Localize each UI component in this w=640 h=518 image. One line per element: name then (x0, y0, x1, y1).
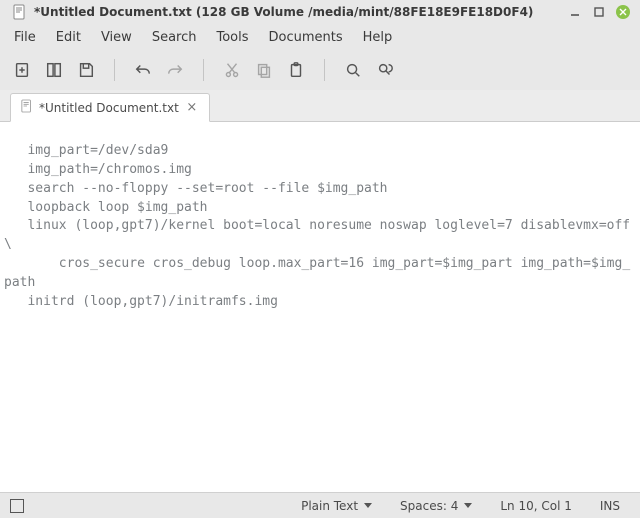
menu-edit[interactable]: Edit (46, 27, 91, 48)
minimize-button[interactable] (566, 3, 584, 21)
insert-mode[interactable]: INS (590, 499, 630, 513)
toolbar-separator (114, 59, 115, 81)
redo-button[interactable] (161, 56, 189, 84)
close-icon: × (186, 100, 197, 115)
find-replace-icon (376, 61, 394, 79)
tabbar: *Untitled Document.txt × (0, 90, 640, 122)
titlebar: *Untitled Document.txt (128 GB Volume /m… (0, 0, 640, 24)
close-icon (616, 5, 630, 19)
menu-documents[interactable]: Documents (259, 27, 353, 48)
close-button[interactable] (614, 3, 632, 21)
menu-view[interactable]: View (91, 27, 142, 48)
cursor-position: Ln 10, Col 1 (490, 499, 582, 513)
side-panel-toggle[interactable] (10, 499, 24, 513)
new-button[interactable] (8, 56, 36, 84)
search-icon (344, 61, 362, 79)
copy-icon (255, 61, 273, 79)
chevron-down-icon (464, 503, 472, 508)
undo-button[interactable] (129, 56, 157, 84)
indent-label: Spaces: 4 (400, 499, 458, 513)
toolbar-separator (203, 59, 204, 81)
redo-icon (166, 61, 184, 79)
file-icon (21, 99, 33, 116)
paste-icon (287, 61, 305, 79)
indent-selector[interactable]: Spaces: 4 (390, 499, 482, 513)
toolbar (0, 50, 640, 90)
syntax-selector[interactable]: Plain Text (291, 499, 382, 513)
menu-file[interactable]: File (4, 27, 46, 48)
cut-button[interactable] (218, 56, 246, 84)
menu-help[interactable]: Help (353, 27, 403, 48)
save-button[interactable] (72, 56, 100, 84)
tab-close-button[interactable]: × (185, 101, 199, 115)
app-icon (12, 4, 28, 20)
copy-button[interactable] (250, 56, 278, 84)
cursor-position-label: Ln 10, Col 1 (500, 499, 572, 513)
maximize-button[interactable] (590, 3, 608, 21)
find-button[interactable] (339, 56, 367, 84)
editor-area: img_part=/dev/sda9 img_path=/chromos.img… (0, 122, 640, 492)
save-icon (77, 61, 95, 79)
insert-mode-label: INS (600, 499, 620, 513)
open-button[interactable] (40, 56, 68, 84)
text-editor[interactable]: img_part=/dev/sda9 img_path=/chromos.img… (0, 122, 640, 492)
tab-document[interactable]: *Untitled Document.txt × (10, 93, 210, 122)
undo-icon (134, 61, 152, 79)
menu-tools[interactable]: Tools (206, 27, 258, 48)
menu-search[interactable]: Search (142, 27, 207, 48)
window-title: *Untitled Document.txt (128 GB Volume /m… (34, 5, 533, 19)
new-file-icon (13, 61, 31, 79)
cut-icon (223, 61, 241, 79)
tab-label: *Untitled Document.txt (39, 101, 179, 115)
statusbar: Plain Text Spaces: 4 Ln 10, Col 1 INS (0, 492, 640, 518)
chevron-down-icon (364, 503, 372, 508)
app-window: *Untitled Document.txt (128 GB Volume /m… (0, 0, 640, 518)
paste-button[interactable] (282, 56, 310, 84)
open-icon (45, 61, 63, 79)
find-replace-button[interactable] (371, 56, 399, 84)
menubar: File Edit View Search Tools Documents He… (0, 24, 640, 50)
syntax-label: Plain Text (301, 499, 358, 513)
toolbar-separator (324, 59, 325, 81)
